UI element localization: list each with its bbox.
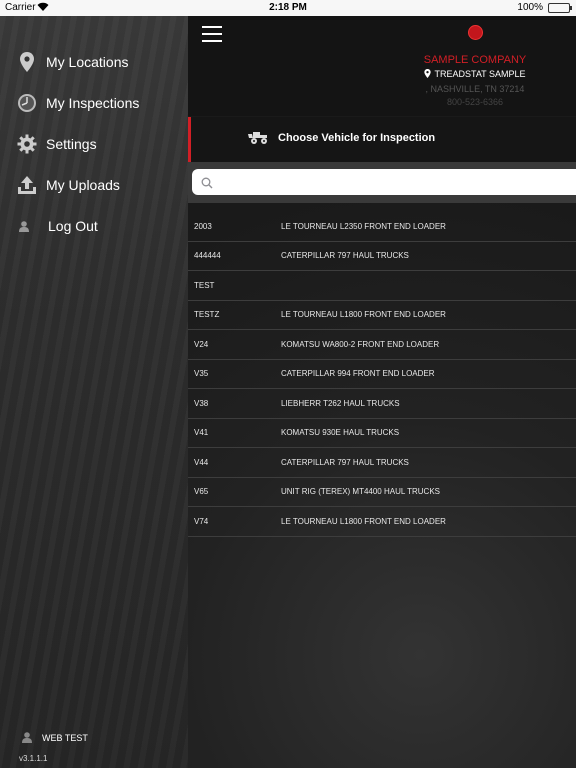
- location-phone: 800-523-6366: [446, 97, 504, 107]
- clock: 2:18 PM: [269, 2, 307, 13]
- vehicle-description: CATERPILLAR 797 HAUL TRUCKS: [281, 251, 409, 261]
- vehicle-row[interactable]: V65 UNIT RIG (TEREX) MT4400 HAUL TRUCKS: [188, 478, 576, 507]
- vehicle-row[interactable]: V74 LE TOURNEAU L1800 FRONT END LOADER: [188, 507, 576, 537]
- vehicle-id: TESTZ: [194, 310, 220, 320]
- vehicle-id: 2003: [194, 221, 212, 231]
- vehicle-id: V41: [194, 428, 209, 438]
- user-name: WEB TEST: [42, 733, 88, 743]
- main-panel: SAMPLE COMPANY TREADSTAT SAMPLE , NASHVI…: [188, 16, 576, 768]
- vehicle-row[interactable]: 444444 CATERPILLAR 797 HAUL TRUCKS: [188, 242, 576, 271]
- user-icon: [18, 216, 30, 236]
- sidebar-item-label: Log Out: [48, 218, 98, 234]
- sidebar-item-settings[interactable]: Settings: [0, 127, 188, 161]
- vehicle-description: UNIT RIG (TEREX) MT4400 HAUL TRUCKS: [281, 487, 440, 497]
- vehicle-row[interactable]: 2003 LE TOURNEAU L2350 FRONT END LOADER: [188, 212, 576, 242]
- sidebar-item-label: My Inspections: [46, 95, 140, 111]
- vehicle-row[interactable]: V41 KOMATSU 930E HAUL TRUCKS: [188, 419, 576, 448]
- vehicle-description: KOMATSU 930E HAUL TRUCKS: [281, 428, 400, 438]
- sidebar-item-label: My Locations: [46, 54, 129, 70]
- vehicle-row[interactable]: TESTZ LE TOURNEAU L1800 FRONT END LOADER: [188, 301, 576, 330]
- vehicle-list: 2003 LE TOURNEAU L2350 FRONT END LOADER 44…: [188, 212, 576, 537]
- search-input[interactable]: [220, 172, 570, 192]
- search-field[interactable]: [192, 169, 576, 195]
- vehicle-description: LIEBHERR T262 HAUL TRUCKS: [281, 398, 400, 408]
- sidebar-item-my-uploads[interactable]: My Uploads: [0, 168, 188, 202]
- vehicle-id: V35: [194, 369, 209, 379]
- upload-icon: [17, 175, 37, 195]
- gauge-icon: [17, 93, 37, 113]
- vehicle-id: V24: [194, 339, 209, 349]
- menu-toggle-button[interactable]: [202, 26, 222, 44]
- company-logo-icon: [468, 25, 483, 40]
- company-name: SAMPLE COMPANY: [423, 54, 527, 66]
- vehicle-description: CATERPILLAR 994 FRONT END LOADER: [281, 369, 435, 379]
- app-version: v3.1.1.1: [19, 754, 48, 763]
- page-title: Choose Vehicle for Inspection: [278, 132, 436, 144]
- vehicle-row[interactable]: V44 CATERPILLAR 797 HAUL TRUCKS: [188, 448, 576, 478]
- page-title-bar: Choose Vehicle for Inspection: [188, 117, 576, 162]
- vehicle-description: CATERPILLAR 797 HAUL TRUCKS: [281, 457, 409, 467]
- sidebar-item-label: My Uploads: [46, 177, 120, 193]
- loader-vehicle-icon: [248, 130, 270, 144]
- vehicle-id: V38: [194, 398, 209, 408]
- vehicle-description: LE TOURNEAU L1800 FRONT END LOADER: [281, 310, 446, 320]
- vehicle-id: V74: [194, 516, 209, 526]
- location-address: , NASHVILLE, TN 37214: [425, 84, 525, 94]
- sidebar-item-my-inspections[interactable]: My Inspections: [0, 86, 188, 120]
- user-icon: [22, 732, 34, 744]
- battery-icon: [548, 3, 572, 13]
- location-pin-icon: [424, 69, 432, 78]
- vehicle-description: KOMATSU WA800-2 FRONT END LOADER: [281, 339, 440, 349]
- vehicle-description: LE TOURNEAU L2350 FRONT END LOADER: [281, 221, 446, 231]
- vehicle-id: TEST: [194, 280, 215, 290]
- battery-percent: 100%: [517, 2, 543, 13]
- sidebar-item-log-out[interactable]: Log Out: [0, 209, 188, 243]
- location-pin-icon: [17, 52, 37, 72]
- vehicle-row[interactable]: V38 LIEBHERR T262 HAUL TRUCKS: [188, 389, 576, 419]
- location-name: TREADSTAT SAMPLE: [375, 69, 575, 79]
- sidebar-item-label: Settings: [46, 136, 97, 152]
- header: SAMPLE COMPANY TREADSTAT SAMPLE , NASHVI…: [188, 16, 576, 116]
- search-icon: [201, 176, 213, 189]
- vehicle-row[interactable]: TEST: [188, 271, 576, 301]
- search-bar: [188, 162, 576, 203]
- vehicle-id: V44: [194, 457, 209, 467]
- location-label: TREADSTAT SAMPLE: [434, 69, 526, 79]
- vehicle-id: V65: [194, 487, 209, 497]
- sidebar: My Locations My Inspections Settings My …: [0, 16, 188, 768]
- status-bar: Carrier 2:18 PM 100%: [0, 0, 576, 16]
- current-user: WEB TEST: [22, 732, 88, 744]
- gear-icon: [17, 134, 37, 154]
- vehicle-row[interactable]: V35 CATERPILLAR 994 FRONT END LOADER: [188, 360, 576, 389]
- vehicle-row[interactable]: V24 KOMATSU WA800-2 FRONT END LOADER: [188, 330, 576, 360]
- sidebar-item-my-locations[interactable]: My Locations: [0, 45, 188, 79]
- vehicle-id: 444444: [194, 251, 221, 261]
- vehicle-description: LE TOURNEAU L1800 FRONT END LOADER: [281, 516, 446, 526]
